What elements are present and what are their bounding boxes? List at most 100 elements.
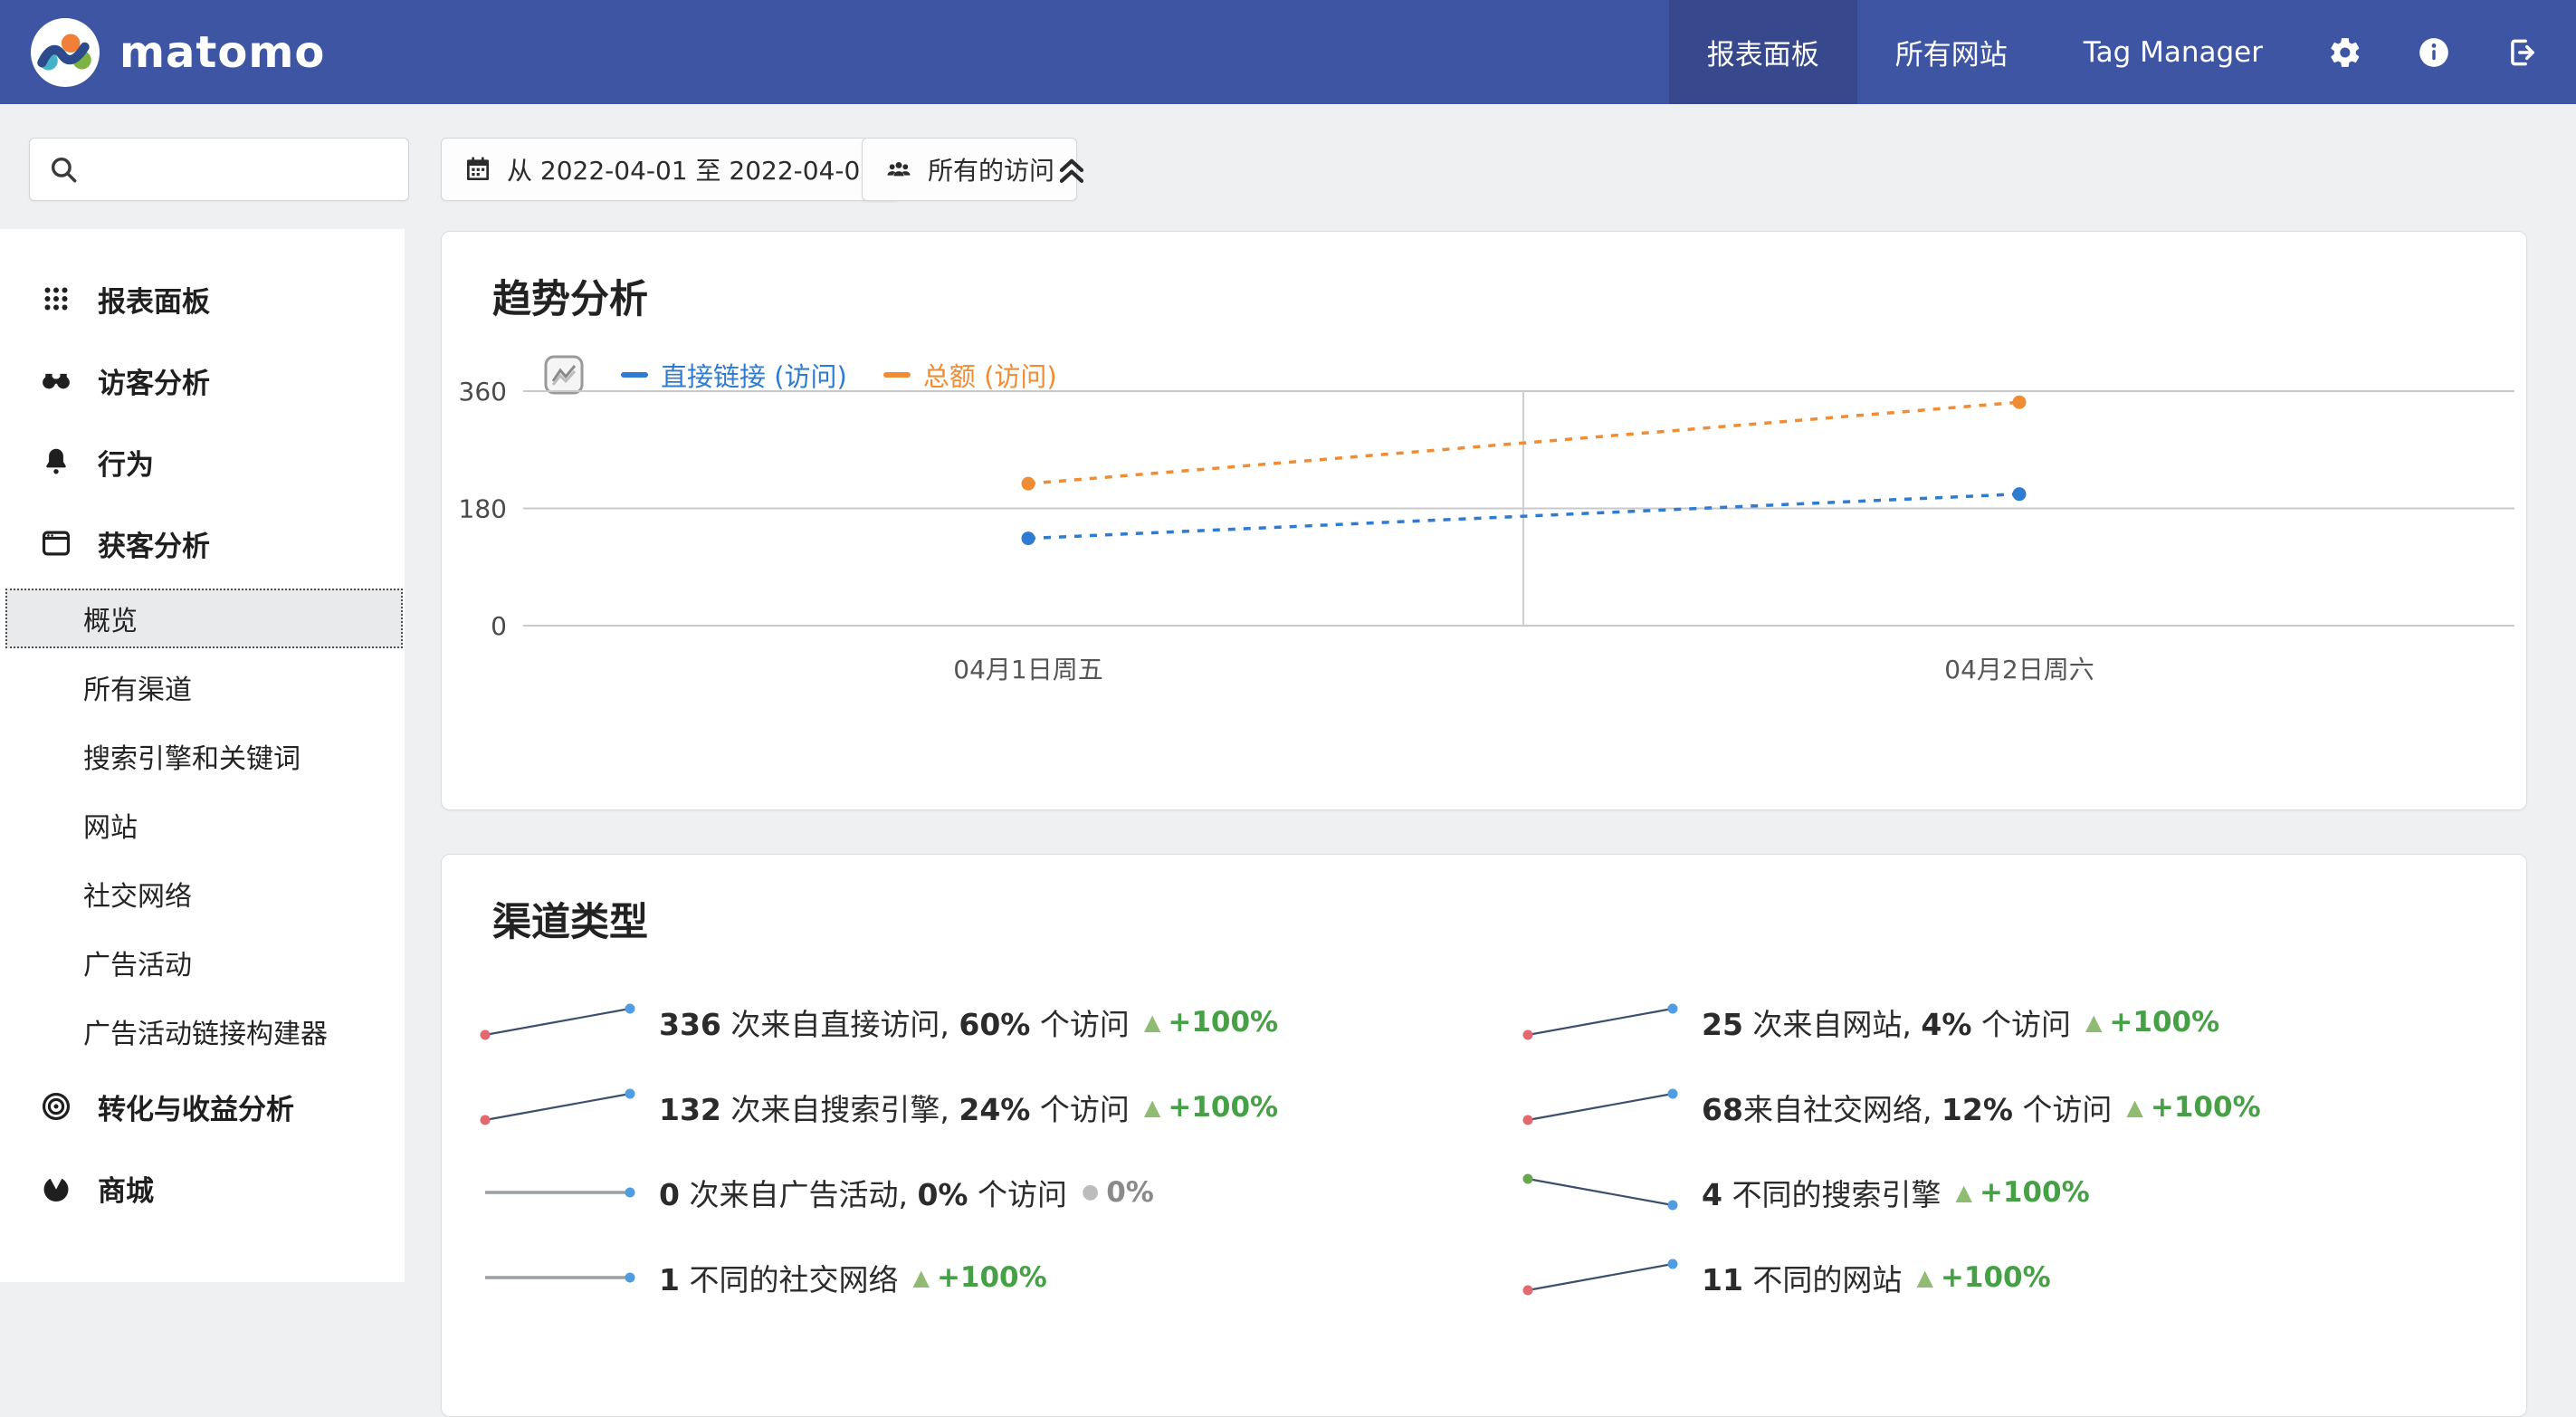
left-sidebar: 报表面板 访客分析 行为 获客分析 概览 所有渠道 搜索引擎和关键词 网站 社交… <box>0 229 405 1282</box>
sidebar-item-label: 转化与收益分析 <box>98 1087 294 1127</box>
site-search-box[interactable] <box>29 138 409 201</box>
stat-text: 4 不同的搜索引擎 <box>1702 1171 1941 1214</box>
stat-text: 336 次来自直接访问, 60% 个访问 <box>659 1001 1130 1044</box>
sidebar-item-dashboard[interactable]: 报表面板 <box>0 258 405 340</box>
matomo-logo-icon <box>31 18 100 87</box>
sparkline-up <box>1521 1254 1682 1301</box>
segment-label: 所有的访问 <box>928 151 1054 187</box>
sidebar-item-search-engines-keywords[interactable]: 搜索引擎和关键词 <box>0 722 405 790</box>
sidebar-item-all-channels[interactable]: 所有渠道 <box>0 653 405 722</box>
change-badge-up: ▲+100% <box>1144 1091 1278 1124</box>
sidebar-item-acquisition[interactable]: 获客分析 <box>0 503 405 584</box>
segment-selector[interactable]: 所有的访问 <box>862 138 1077 201</box>
binoculars-icon <box>38 362 74 398</box>
chevron-double-up-icon <box>1052 149 1092 189</box>
sidebar-item-websites[interactable]: 网站 <box>0 790 405 859</box>
sidebar-item-label: 获客分析 <box>98 523 210 564</box>
search-input[interactable] <box>91 154 394 186</box>
stat-text: 0 次来自广告活动, 0% 个访问 <box>659 1171 1067 1214</box>
change-badge-up: ▲ +100% <box>2085 1006 2219 1039</box>
grid-icon <box>38 281 74 317</box>
sidebar-item-label: 商城 <box>98 1168 154 1209</box>
sidebar-item-social-networks[interactable]: 社交网络 <box>0 859 405 928</box>
svg-text:180: 180 <box>459 494 507 524</box>
sparkline-up <box>1521 1084 1682 1131</box>
svg-text:04月1日周五: 04月1日周五 <box>953 655 1102 685</box>
arrow-up-icon: ▲ <box>1955 1182 1971 1203</box>
sparkline-down <box>1521 1169 1682 1216</box>
trend-card-title: 趋势分析 <box>492 268 648 324</box>
stat-text: 25 次来自网站, 4% 个访问 <box>1702 1001 2071 1044</box>
date-range-label: 从 2022-04-01 至 2022-04-02 <box>507 151 876 187</box>
sidebar-item-marketplace[interactable]: 商城 <box>0 1147 405 1229</box>
collapse-controls-button[interactable] <box>1052 149 1092 189</box>
nav-item-dashboard[interactable]: 报表面板 <box>1669 0 1857 104</box>
arrow-up-icon: ▲ <box>2085 1011 2102 1033</box>
channel-types-card: 渠道类型 336 次来自直接访问, 60% 个访问▲+100%132 次来自搜索… <box>441 854 2527 1417</box>
svg-text:360: 360 <box>459 377 507 407</box>
sidebar-item-overview[interactable]: 概览 <box>5 589 403 648</box>
stat-text: 132 次来自搜索引擎, 24% 个访问 <box>659 1086 1130 1129</box>
change-badge-up: ▲ +100% <box>1916 1261 2050 1294</box>
channel-col-right: 25 次来自网站, 4% 个访问▲+100%68来自社交网络, 12% 个访问▲… <box>1521 980 2521 1320</box>
sidebar-item-label: 行为 <box>98 442 154 483</box>
date-range-selector[interactable]: 从 2022-04-01 至 2022-04-02 <box>441 138 899 201</box>
svg-text:0: 0 <box>491 611 507 641</box>
window-icon <box>38 525 74 561</box>
change-badge-up: ▲ +100% <box>1144 1006 1278 1039</box>
marketplace-bag-icon <box>38 1170 74 1206</box>
sidebar-item-label: 访客分析 <box>98 360 210 401</box>
svg-text:04月2日周六: 04月2日周六 <box>1944 655 2094 685</box>
navbar-menu: 报表面板 所有网站 Tag Manager <box>1669 0 2576 104</box>
target-icon <box>38 1088 74 1125</box>
change-badge-neutral: ● 0% <box>1082 1176 1154 1209</box>
brand-name: matomo <box>119 27 325 78</box>
channel-stat-row: 336 次来自直接访问, 60% 个访问 ▲ +100% <box>478 980 1478 1065</box>
change-value: +100% <box>1980 1176 2090 1209</box>
channel-stat-row: 0 次来自广告活动, 0% 个访问 ● 0% <box>478 1150 1478 1235</box>
arrow-up-icon: ▲ <box>2126 1096 2142 1118</box>
arrow-up-icon: ▲ <box>1144 1011 1160 1033</box>
sidebar-item-visitors[interactable]: 访客分析 <box>0 340 405 421</box>
sidebar-item-label: 报表面板 <box>98 279 210 320</box>
channel-stat-row: 11 不同的网站 ▲ +100% <box>1521 1235 2521 1320</box>
nav-item-all-websites[interactable]: 所有网站 <box>1857 0 2046 104</box>
change-badge-up: ▲ +100% <box>2126 1091 2260 1124</box>
sidebar-item-goals[interactable]: 转化与收益分析 <box>0 1066 405 1147</box>
bell-icon <box>38 444 74 480</box>
change-value: +100% <box>1168 1091 1278 1124</box>
change-badge-up: ▲ +100% <box>1955 1176 2089 1209</box>
sparkline-flat <box>478 1169 639 1216</box>
sparkline-up <box>478 999 639 1046</box>
info-icon[interactable] <box>2390 0 2478 104</box>
signout-icon[interactable] <box>2478 0 2576 104</box>
change-badge-up: ▲ +100% <box>912 1261 1046 1294</box>
channel-stat-row: 132 次来自搜索引擎, 24% 个访问 ▲+100% <box>478 1065 1478 1150</box>
channel-stat-row: 1 不同的社交网络▲+100% <box>478 1235 1478 1320</box>
change-value: +100% <box>1168 1006 1278 1039</box>
sidebar-item-behaviour[interactable]: 行为 <box>0 421 405 503</box>
nav-item-tag-manager[interactable]: Tag Manager <box>2046 0 2301 104</box>
channel-stat-row: 68来自社交网络, 12% 个访问▲+100% <box>1521 1065 2521 1150</box>
channel-stat-row: 4 不同的搜索引擎 ▲ +100% <box>1521 1150 2521 1235</box>
sidebar-item-campaigns[interactable]: 广告活动 <box>0 928 405 997</box>
matomo-logo[interactable]: matomo <box>0 18 325 87</box>
users-icon <box>884 155 913 184</box>
change-value: +100% <box>937 1261 1047 1294</box>
stat-text: 11 不同的网站 <box>1702 1256 1902 1299</box>
settings-icon[interactable] <box>2301 0 2390 104</box>
channel-col-left: 336 次来自直接访问, 60% 个访问▲+100%132 次来自搜索引擎, 2… <box>478 980 1478 1320</box>
top-navbar: matomo 报表面板 所有网站 Tag Manager <box>0 0 2576 104</box>
sparkline-flat <box>478 1254 639 1301</box>
trend-analysis-card: 趋势分析 直接链接 (访问) 总额 (访问) 018036004月1日周五04月… <box>441 231 2527 810</box>
neutral-dot-icon: ● <box>1082 1182 1099 1202</box>
change-value: +100% <box>2151 1091 2261 1124</box>
arrow-up-icon: ▲ <box>1916 1267 1932 1288</box>
channel-card-title: 渠道类型 <box>492 891 648 947</box>
arrow-up-icon: ▲ <box>912 1267 929 1288</box>
sidebar-item-campaign-url-builder[interactable]: 广告活动链接构建器 <box>0 997 405 1066</box>
change-value: +100% <box>1941 1261 2051 1294</box>
change-value: 0% <box>1106 1176 1154 1209</box>
change-value: +100% <box>2109 1006 2219 1039</box>
sparkline-up <box>478 1084 639 1131</box>
